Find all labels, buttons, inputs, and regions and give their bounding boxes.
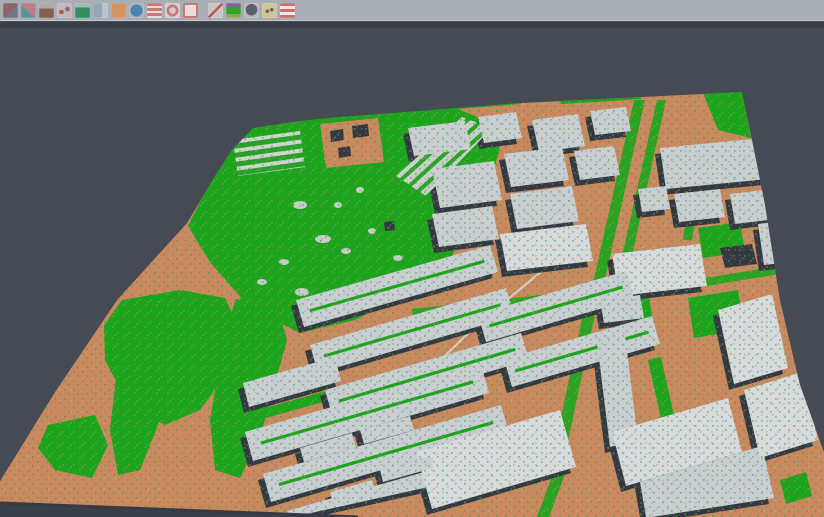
toolbar-icon-mesh-terrain[interactable]	[39, 3, 54, 18]
toolbar-icon-clear-cross[interactable]	[208, 3, 223, 18]
toolbar-separator-strip	[0, 22, 824, 28]
toolbar-icon-red-list[interactable]	[147, 3, 162, 18]
toolbar-icon-globe-sphere[interactable]	[129, 3, 144, 18]
toolbar-icon-terrain-green[interactable]	[75, 3, 90, 18]
toolbar-icon-align-points[interactable]	[21, 3, 36, 18]
application-window	[0, 0, 824, 517]
toolbar-icon-orange-box[interactable]	[111, 3, 126, 18]
toolbar-icon-point-picking[interactable]	[57, 3, 72, 18]
toolbar-icon-selection-brackets[interactable]	[183, 3, 198, 18]
toolbar-icon-label-tag[interactable]	[262, 3, 277, 18]
toolbar-icon-layers[interactable]	[3, 3, 18, 18]
toolbar-icon-red-table[interactable]	[280, 3, 295, 18]
3d-viewport[interactable]	[0, 0, 824, 517]
toolbar-icon-vertical-profile[interactable]	[93, 3, 108, 18]
toolbar	[0, 0, 824, 21]
toolbar-icon-target-circle[interactable]	[165, 3, 180, 18]
toolbar-icon-classification-colors[interactable]	[226, 3, 241, 18]
toolbar-icon-dark-sphere[interactable]	[244, 3, 259, 18]
terrain-layer	[0, 91, 824, 517]
